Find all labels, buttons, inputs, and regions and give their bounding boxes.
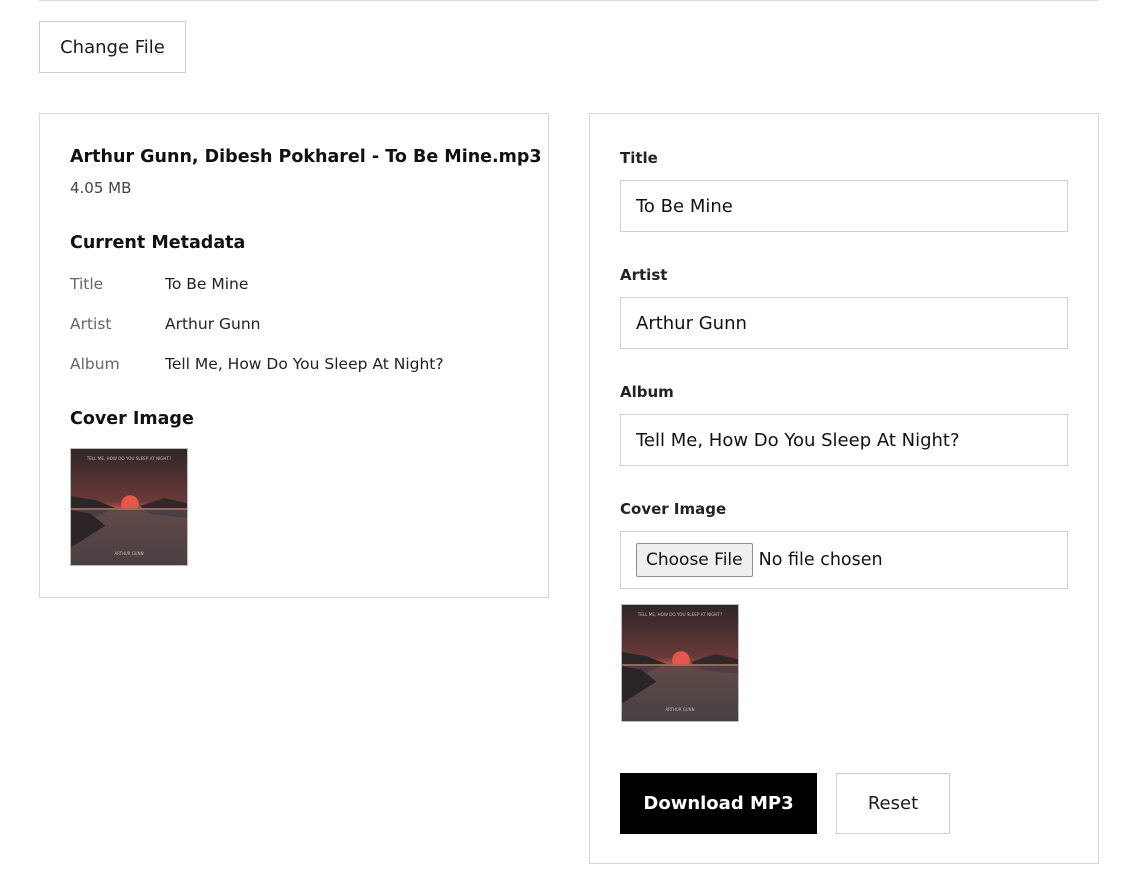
album-cover-art-preview: TELL ME, HOW DO YOU SLEEP AT NIGHT? ARTH… [622,605,738,721]
metadata-value-title: To Be Mine [165,275,249,293]
cover-bottom-text: ARTHUR GUNN [114,551,143,556]
choose-file-button[interactable]: Choose File [636,543,753,577]
preview-cover-image: TELL ME, HOW DO YOU SLEEP AT NIGHT? ARTH… [621,604,739,722]
file-name: Arthur Gunn, Dibesh Pokharel - To Be Min… [70,147,542,167]
no-file-chosen-text: No file chosen [758,550,883,570]
change-file-button[interactable]: Change File [39,21,186,73]
current-cover-image: TELL ME, HOW DO YOU SLEEP AT NIGHT? ARTH… [70,448,188,566]
top-divider [39,0,1099,1]
metadata-key-artist: Artist [70,315,112,333]
title-label: Title [620,149,658,167]
album-cover-art: TELL ME, HOW DO YOU SLEEP AT NIGHT? ARTH… [71,449,187,565]
cover-file-input: Choose File No file chosen [620,531,1068,589]
current-file-card: Arthur Gunn, Dibesh Pokharel - To Be Min… [39,113,549,598]
preview-cover-top-text: TELL ME, HOW DO YOU SLEEP AT NIGHT? [637,612,722,617]
metadata-key-title: Title [70,275,104,293]
download-mp3-button[interactable]: Download MP3 [620,773,817,834]
file-size: 4.05 MB [70,179,132,197]
artist-label: Artist [620,266,668,284]
edit-metadata-card: Title Artist Album Cover Image Choose Fi… [589,113,1099,864]
album-input[interactable] [620,414,1068,466]
title-input[interactable] [620,180,1068,232]
cover-image-heading: Cover Image [70,409,194,429]
cover-top-text: TELL ME, HOW DO YOU SLEEP AT NIGHT? [86,456,171,461]
metadata-value-album: Tell Me, How Do You Sleep At Night? [165,355,444,373]
reset-button[interactable]: Reset [836,773,950,834]
current-metadata-heading: Current Metadata [70,233,246,253]
cover-image-label: Cover Image [620,500,727,518]
metadata-value-artist: Arthur Gunn [165,315,261,333]
artist-input[interactable] [620,297,1068,349]
metadata-key-album: Album [70,355,120,373]
album-label: Album [620,383,674,401]
preview-cover-bottom-text: ARTHUR GUNN [665,707,694,712]
